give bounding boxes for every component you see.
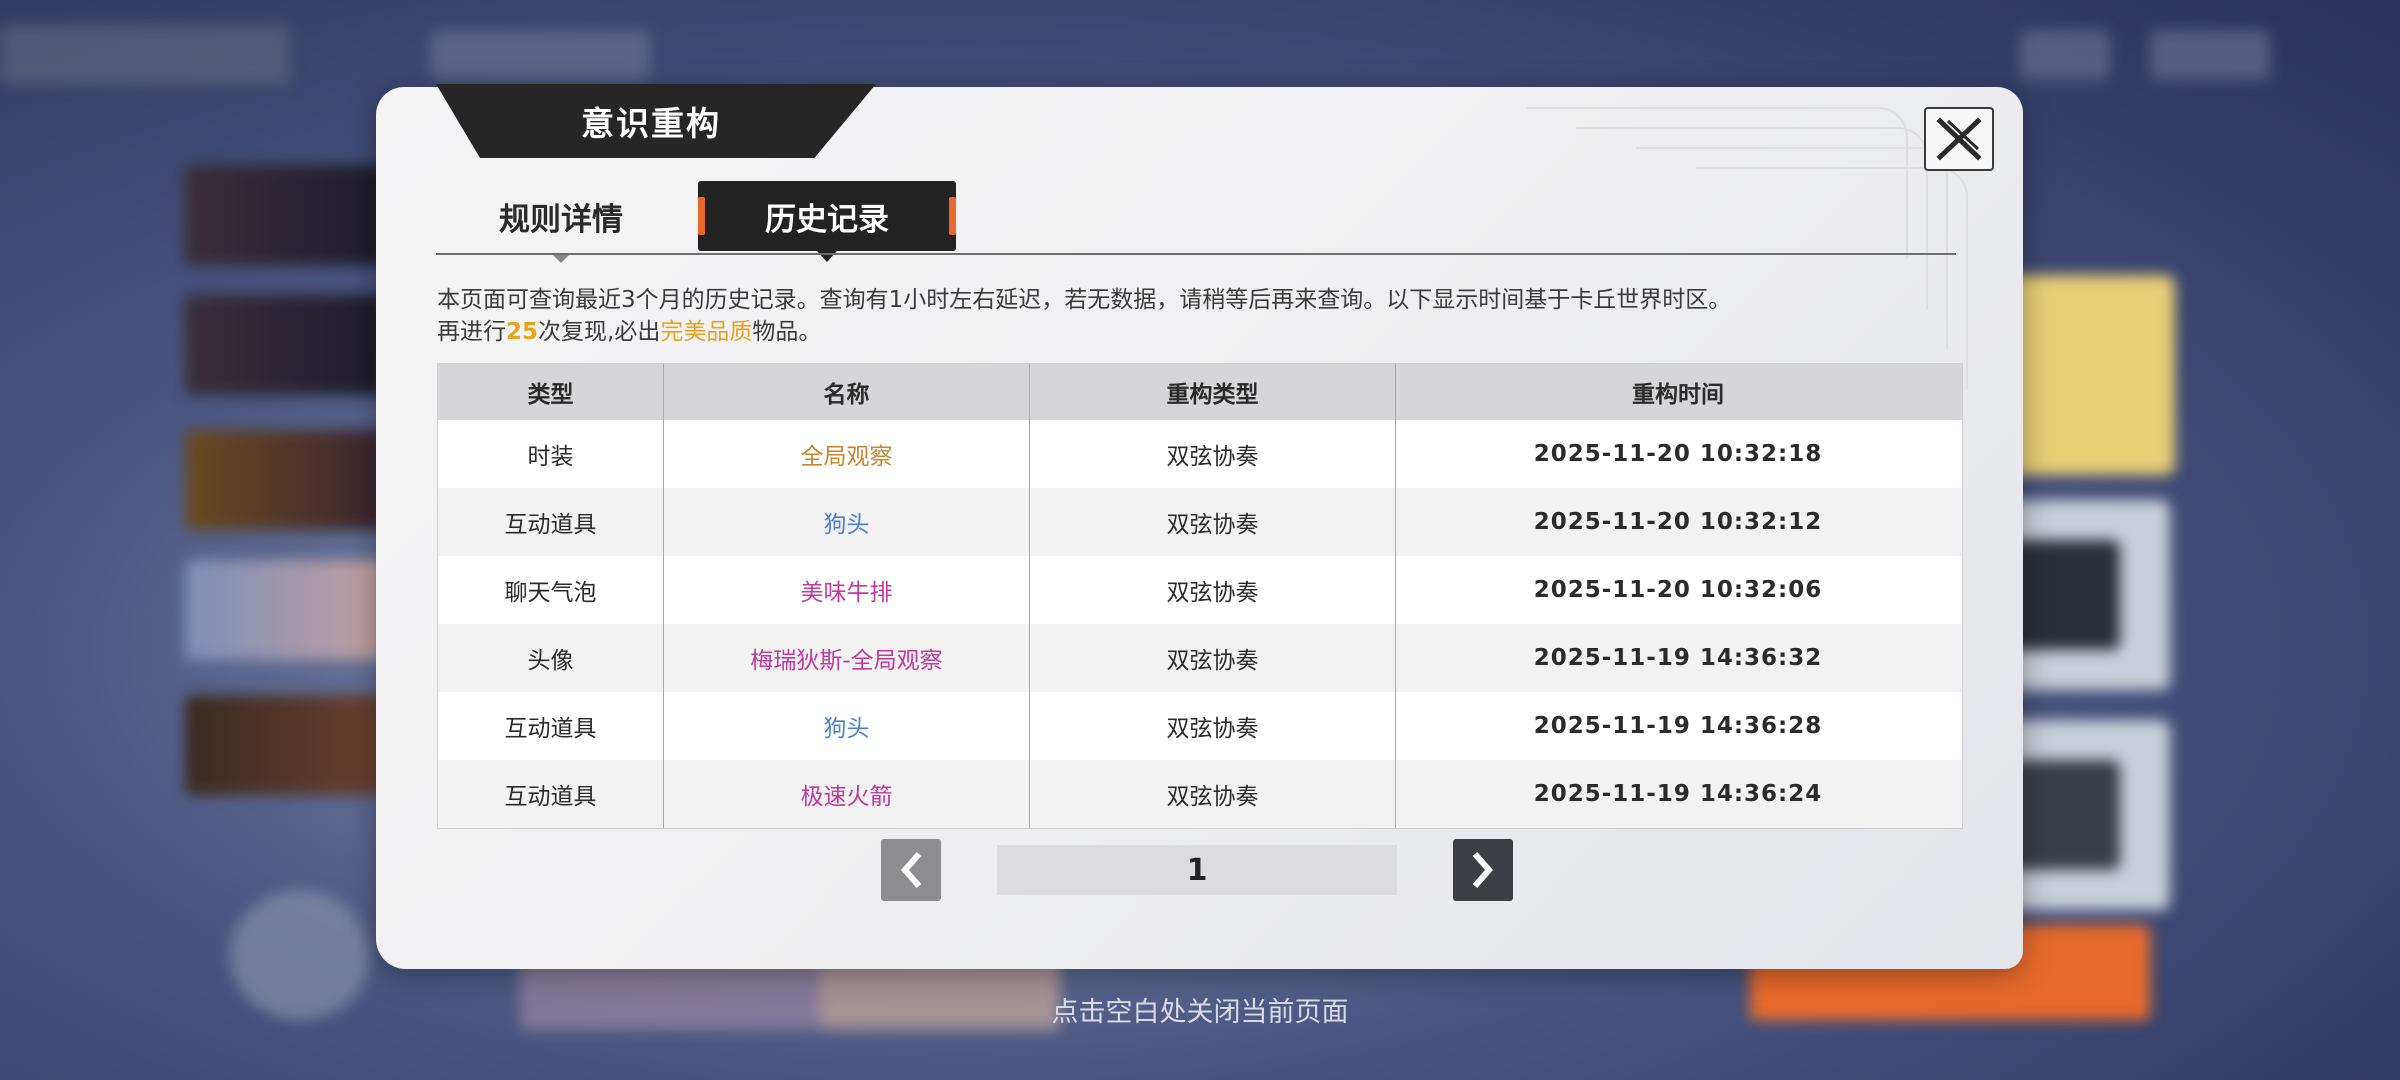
cell-mode: 双弦协奏: [1030, 420, 1396, 488]
dialog-title: 意识重构: [581, 104, 721, 143]
cell-name: 美味牛排: [664, 556, 1030, 624]
table-row: 互动道具 狗头 双弦协奏 2025-11-20 10:32:12: [438, 488, 1962, 556]
bg-thumbnail: [185, 560, 385, 660]
quality-label: 完美品质: [660, 319, 753, 345]
cell-type: 互动道具: [438, 760, 664, 828]
table-row: 时装 全局观察 双弦协奏 2025-11-20 10:32:18: [438, 420, 1962, 488]
header-name: 名称: [664, 364, 1030, 420]
close-icon: [1936, 117, 1982, 161]
cell-type: 互动道具: [438, 488, 664, 556]
dialog-title-tab: 意识重构: [436, 84, 876, 158]
table-row: 聊天气泡 美味牛排 双弦协奏 2025-11-20 10:32:06: [438, 556, 1962, 624]
history-notice: 本页面可查询最近3个月的历史记录。查询有1小时左右延迟，若无数据，请稍等后再来查…: [437, 284, 1731, 348]
remaining-count: 25: [506, 319, 539, 345]
cell-time: 2025-11-20 10:32:12: [1533, 509, 1823, 535]
reconstruction-dialog: 意识重构 规则详情 历史记录 本页面可查询最近3个月的历史记录。查询有1小时左右…: [376, 84, 2023, 969]
cell-name: 狗头: [664, 692, 1030, 760]
header-type: 类型: [438, 364, 664, 420]
history-table: 类型 名称 重构类型 重构时间 时装 全局观察 双弦协奏 2025-11-20 …: [437, 363, 1963, 829]
cell-name: 梅瑞狄斯-全局观察: [664, 624, 1030, 692]
cell-time: 2025-11-19 14:36:24: [1533, 781, 1823, 807]
tab-edge: [949, 197, 956, 235]
table-row: 互动道具 狗头 双弦协奏 2025-11-19 14:36:28: [438, 692, 1962, 760]
table-header: 类型 名称 重构类型 重构时间: [438, 364, 1962, 420]
cell-mode: 双弦协奏: [1030, 556, 1396, 624]
header-time: 重构时间: [1632, 382, 1724, 408]
cell-type: 聊天气泡: [438, 556, 664, 624]
cell-mode: 双弦协奏: [1030, 624, 1396, 692]
cell-name: 全局观察: [664, 420, 1030, 488]
table-row: 头像 梅瑞狄斯-全局观察 双弦协奏 2025-11-19 14:36:32: [438, 624, 1962, 692]
bg-top-chip: [430, 30, 650, 80]
tab-history[interactable]: 历史记录: [698, 181, 956, 251]
tab-rules-detail[interactable]: 规则详情: [476, 181, 646, 251]
prev-page-button[interactable]: [881, 839, 941, 901]
cell-time: 2025-11-19 14:36:32: [1533, 645, 1823, 671]
tab-edge: [698, 197, 705, 235]
cell-time: 2025-11-19 14:36:28: [1533, 713, 1823, 739]
header-mode: 重构类型: [1030, 364, 1396, 420]
tab-label: 规则详情: [499, 201, 623, 238]
next-page-button[interactable]: [1453, 839, 1513, 901]
bg-top-chip: [2150, 30, 2270, 80]
notice-line-1: 本页面可查询最近3个月的历史记录。查询有1小时左右延迟，若无数据，请稍等后再来查…: [437, 287, 1732, 313]
bg-thumbnail: [185, 695, 385, 795]
cell-type: 头像: [438, 624, 664, 692]
bg-top-bar: [0, 25, 290, 85]
close-hint[interactable]: 点击空白处关闭当前页面: [0, 990, 2400, 1029]
close-button[interactable]: [1924, 107, 1994, 171]
cell-mode: 双弦协奏: [1030, 488, 1396, 556]
cell-name: 极速火箭: [664, 760, 1030, 828]
bg-top-chip: [2020, 30, 2110, 80]
chevron-left-icon: [901, 852, 922, 888]
page-number: 1: [997, 845, 1397, 895]
bg-thumbnail: [185, 165, 385, 265]
cell-type: 时装: [438, 420, 664, 488]
cell-name: 狗头: [664, 488, 1030, 556]
cell-mode: 双弦协奏: [1030, 692, 1396, 760]
bg-thumbnail: [185, 295, 385, 395]
cell-type: 互动道具: [438, 692, 664, 760]
cell-mode: 双弦协奏: [1030, 760, 1396, 828]
tab-divider: [436, 253, 1956, 255]
tab-label: 历史记录: [765, 201, 889, 238]
table-row: 互动道具 极速火箭 双弦协奏 2025-11-19 14:36:24: [438, 760, 1962, 828]
cell-time: 2025-11-20 10:32:18: [1533, 441, 1823, 467]
decor-line: [1696, 167, 1968, 389]
cell-time: 2025-11-20 10:32:06: [1533, 577, 1823, 603]
chevron-right-icon: [1472, 852, 1493, 888]
bg-thumbnail: [185, 430, 385, 530]
notice-line-2: 再进行25次复现,必出完美品质物品。: [437, 319, 822, 345]
